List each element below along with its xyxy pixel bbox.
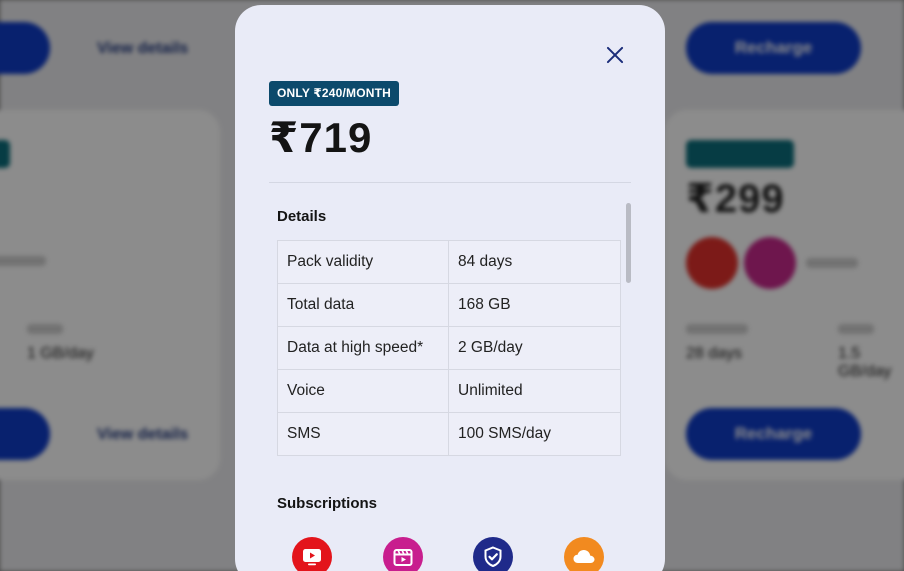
cinema-app-icon[interactable]: [383, 537, 423, 571]
tv-app-icon[interactable]: [292, 537, 332, 571]
plan-price: ₹719: [269, 114, 373, 161]
cloud-app-icon[interactable]: [564, 537, 604, 571]
close-icon[interactable]: [603, 43, 627, 67]
offer-badge: ONLY ₹240/MONTH: [269, 81, 400, 106]
subscriptions-list: [292, 537, 612, 571]
row-label: Pack validity: [277, 240, 449, 284]
row-label: Voice: [277, 369, 449, 413]
table-row: Voice Unlimited: [277, 369, 621, 413]
row-value: 2 GB/day: [448, 326, 621, 370]
row-label: Total data: [277, 283, 449, 327]
table-row: Total data 168 GB: [277, 283, 621, 327]
row-value: 168 GB: [448, 283, 621, 327]
row-value: Unlimited: [448, 369, 621, 413]
table-row: Data at high speed* 2 GB/day: [277, 326, 621, 370]
plan-details-modal: ONLY ₹240/MONTH ₹719 Details Pack validi…: [235, 5, 665, 571]
details-heading: Details: [277, 208, 327, 225]
row-value: 84 days: [448, 240, 621, 284]
details-scroll-area[interactable]: Details Pack validity 84 days Total data…: [235, 183, 665, 571]
table-row: SMS 100 SMS/day: [277, 412, 621, 456]
subscriptions-heading: Subscriptions: [277, 495, 378, 512]
row-value: 100 SMS/day: [448, 412, 621, 456]
row-label: Data at high speed*: [277, 326, 449, 370]
table-row: Pack validity 84 days: [277, 240, 621, 284]
security-app-icon[interactable]: [473, 537, 513, 571]
row-label: SMS: [277, 412, 449, 456]
scrollbar-thumb[interactable]: [626, 203, 631, 283]
details-table: Pack validity 84 days Total data 168 GB …: [277, 240, 621, 456]
